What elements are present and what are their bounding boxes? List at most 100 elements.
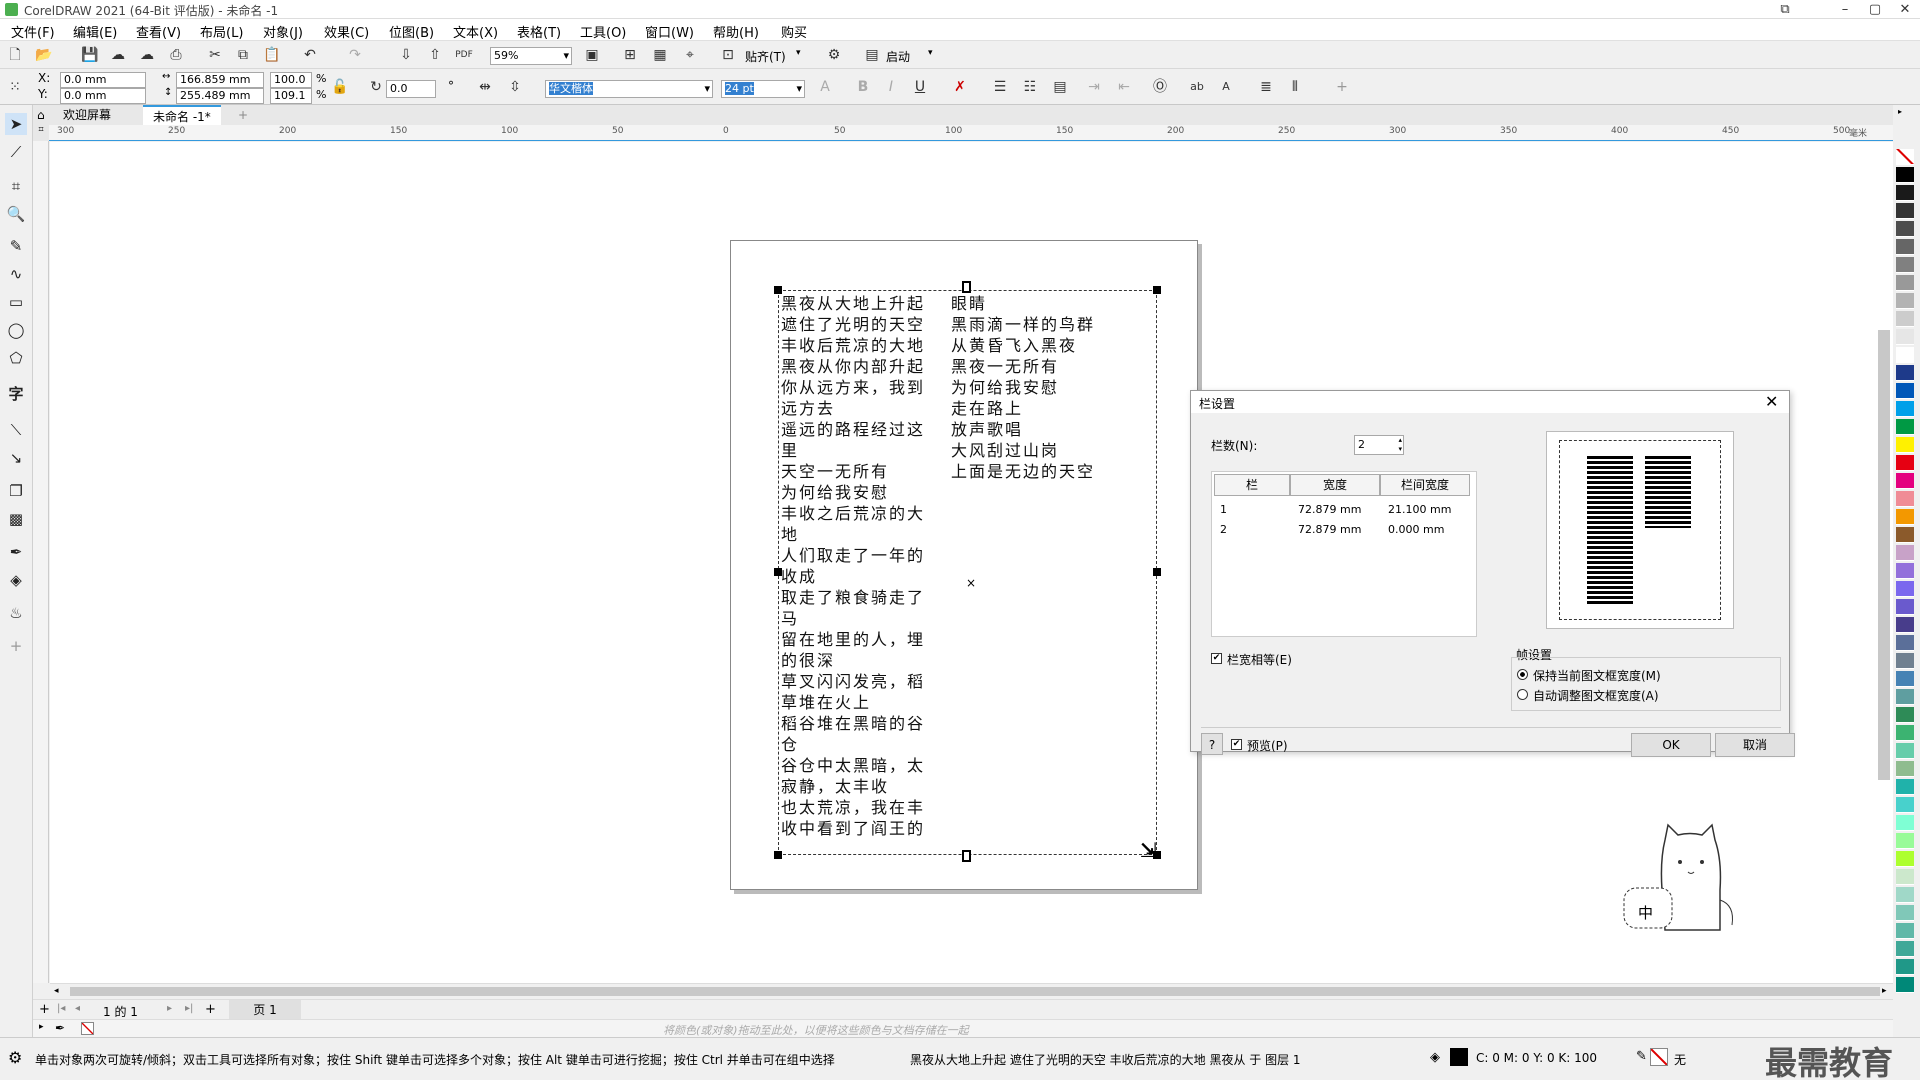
mirror-horizontal-icon[interactable]: ⇹ [475, 77, 495, 97]
scroll-left-icon[interactable]: ◂ [54, 986, 59, 996]
text-frame-top-tab[interactable] [962, 281, 971, 293]
crop-tool-icon[interactable]: ⌗ [5, 175, 27, 197]
ok-button[interactable]: OK [1631, 733, 1711, 757]
guidelines-icon[interactable]: ⌖ [680, 45, 700, 65]
menu-tools[interactable]: 工具(O) [580, 22, 626, 41]
color-swatch[interactable] [1896, 167, 1914, 183]
color-swatch[interactable] [1896, 869, 1914, 885]
redo-icon[interactable]: ↷ [345, 45, 365, 65]
indent-decrease-icon[interactable]: ⇤ [1114, 77, 1134, 97]
color-swatch[interactable] [1896, 707, 1914, 723]
scrollbar-thumb[interactable] [70, 987, 1880, 996]
text-tool-icon[interactable]: 字 [5, 383, 27, 405]
outline-swatch[interactable] [1650, 1048, 1668, 1066]
menu-table[interactable]: 表格(T) [517, 22, 561, 41]
eyedropper-icon[interactable]: ✒ [5, 541, 27, 563]
grid-icon[interactable]: ▦ [650, 45, 670, 65]
color-swatch[interactable] [1896, 365, 1914, 381]
color-swatch[interactable] [1896, 257, 1914, 273]
table-row[interactable]: 1 72.879 mm 21.100 mm [1214, 500, 1470, 520]
color-swatch[interactable] [1896, 239, 1914, 255]
text-properties-icon[interactable]: Ⓞ [1150, 77, 1170, 97]
fill-swatch[interactable] [1450, 1048, 1468, 1066]
object-origin-icon[interactable]: ⁙ [5, 77, 25, 97]
palette-scroll-up-icon[interactable]: ▸ [1898, 107, 1902, 116]
handle-middle-left[interactable] [774, 568, 782, 576]
color-swatch[interactable] [1896, 671, 1914, 687]
bullet-list-icon[interactable]: ☰ [990, 77, 1010, 97]
tab-welcome[interactable]: 欢迎屏幕 [53, 105, 121, 125]
import-icon[interactable]: ⇩ [396, 45, 416, 65]
color-swatch[interactable] [1896, 185, 1914, 201]
underline-icon[interactable]: U [910, 77, 930, 97]
color-swatch[interactable] [1896, 149, 1914, 165]
dialog-close-icon[interactable]: ✕ [1765, 392, 1778, 411]
y-position-field[interactable]: 0.0 mm [60, 88, 146, 104]
color-swatch[interactable] [1896, 797, 1914, 813]
color-swatch[interactable] [1896, 923, 1914, 939]
snap-to-label[interactable]: 贴齐(T) [745, 48, 786, 65]
color-swatch[interactable] [1896, 329, 1914, 345]
vertical-ruler[interactable] [33, 141, 49, 983]
menu-object[interactable]: 对象(J) [263, 22, 303, 41]
options-gear-icon[interactable]: ⚙ [824, 45, 844, 65]
color-swatch[interactable] [1896, 833, 1914, 849]
snap-dropdown-icon[interactable]: ▾ [796, 48, 801, 58]
italic-icon[interactable]: I [881, 77, 901, 97]
menu-buy[interactable]: 购买 [781, 22, 807, 41]
text-frame-bottom-tab[interactable] [962, 850, 971, 862]
close-button[interactable]: ✕ [1890, 0, 1920, 19]
cloud-download-icon[interactable]: ☁ [108, 45, 128, 65]
color-swatch[interactable] [1896, 311, 1914, 327]
tab-document[interactable]: 未命名 -1* [143, 105, 221, 125]
drop-shadow-icon[interactable]: ❐ [5, 480, 27, 502]
menu-text[interactable]: 文本(X) [453, 22, 498, 41]
horizontal-scrollbar[interactable]: ◂ ▸ [50, 983, 1893, 999]
rectangle-tool-icon[interactable]: ▭ [5, 291, 27, 313]
zoom-tool-icon[interactable]: 🔍 [5, 203, 27, 225]
color-swatch[interactable] [1896, 887, 1914, 903]
menu-edit[interactable]: 编辑(E) [73, 22, 117, 41]
cloud-upload-icon[interactable]: ☁ [137, 45, 157, 65]
horizontal-ruler[interactable]: 300 250 200 150 100 50 0 50 100 150 200 250 300 350 40… [49, 125, 1893, 141]
shape-tool-icon[interactable]: ⟋ [5, 141, 27, 163]
color-swatch[interactable] [1896, 617, 1914, 633]
color-swatch[interactable] [1896, 455, 1914, 471]
add-icon[interactable]: + [1332, 77, 1352, 97]
first-page-icon[interactable]: |◂ [57, 1003, 65, 1014]
clear-format-icon[interactable]: ✗ [950, 77, 970, 97]
menu-window[interactable]: 窗口(W) [645, 22, 694, 41]
color-swatch[interactable] [1896, 221, 1914, 237]
eyedropper-icon[interactable]: ✒ [55, 1021, 65, 1035]
color-swatch[interactable] [1896, 203, 1914, 219]
auto-width-radio[interactable] [1517, 689, 1528, 700]
export-icon[interactable]: ⇧ [425, 45, 445, 65]
mirror-vertical-icon[interactable]: ⇳ [505, 77, 525, 97]
color-swatch[interactable] [1896, 761, 1914, 777]
font-scale-icon[interactable]: A [815, 77, 835, 97]
status-gear-icon[interactable]: ⚙ [8, 1048, 22, 1067]
numbered-list-icon[interactable]: ☷ [1020, 77, 1040, 97]
edit-text-icon[interactable]: ab [1187, 77, 1207, 97]
color-swatch[interactable] [1896, 905, 1914, 921]
prev-page-icon[interactable]: ◂ [75, 1003, 80, 1014]
paste-icon[interactable]: 📋 [262, 45, 282, 65]
table-row[interactable]: 2 72.879 mm 0.000 mm [1214, 520, 1470, 540]
color-swatch[interactable] [1896, 491, 1914, 507]
preview-checkbox[interactable]: ✔ [1231, 739, 1242, 750]
add-page-before-icon[interactable]: + [39, 1002, 50, 1017]
menu-file[interactable]: 文件(F) [11, 22, 55, 41]
scale-height-field[interactable]: 109.1 [270, 88, 312, 104]
launch-icon[interactable]: ▤ [862, 45, 882, 65]
color-swatch[interactable] [1896, 599, 1914, 615]
menu-help[interactable]: 帮助(H) [713, 22, 759, 41]
no-color-swatch[interactable] [81, 1022, 94, 1035]
height-field[interactable]: 255.489 mm [176, 88, 264, 104]
vertical-text-icon[interactable]: ⦀ [1285, 77, 1305, 97]
color-swatch[interactable] [1896, 347, 1914, 363]
keep-width-radio[interactable] [1517, 669, 1528, 680]
columns-count-spinner[interactable]: 2 ▴ ▾ [1354, 435, 1404, 455]
new-tab-icon[interactable]: + [228, 105, 258, 125]
interactive-ot-icon[interactable]: A [1216, 77, 1236, 97]
color-swatch[interactable] [1896, 743, 1914, 759]
